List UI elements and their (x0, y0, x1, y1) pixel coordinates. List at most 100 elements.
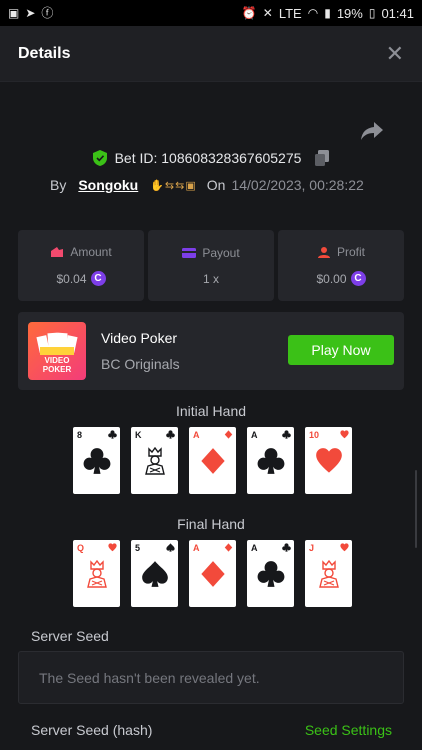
card-rank: A (193, 543, 200, 553)
clubs-suit-icon (166, 430, 175, 439)
clubs-suit-icon (108, 430, 117, 439)
playing-card: A (189, 540, 236, 607)
face-card-art (83, 559, 111, 588)
diamonds-center-icon (199, 560, 227, 588)
game-card: VIDEO POKER Video Poker BC Originals Pla… (18, 312, 404, 390)
playing-card: 5 (131, 540, 178, 607)
username-emoji-icons: ✋⇆⇆▣ (150, 179, 197, 192)
stat-value: 1 x (202, 271, 219, 286)
gallery-icon: ▣ (8, 6, 20, 20)
spades-center-icon (141, 560, 169, 588)
facebook-icon: ⓕ (41, 6, 54, 20)
server-seed-hash-label: Server Seed (hash) (31, 722, 153, 738)
scrollbar[interactable] (415, 470, 417, 548)
card-rank: K (135, 430, 142, 440)
payout-card-icon (182, 247, 197, 258)
profit-icon (317, 247, 330, 258)
playing-card: A (247, 427, 294, 494)
face-card-art (315, 559, 343, 588)
clock: 01:41 (381, 5, 414, 21)
card-rank: 10 (309, 430, 320, 440)
username-link[interactable]: Songoku (78, 177, 138, 193)
stat-label: Payout (202, 245, 240, 260)
initial-hand: 8 K A A 10 (73, 427, 352, 494)
play-now-button[interactable]: Play Now (288, 335, 394, 365)
status-left: ▣ ➤ ⓕ (8, 7, 53, 19)
details-header: Details ✕ (0, 26, 422, 82)
stat-label: Amount (70, 245, 112, 259)
card-rank: 5 (135, 543, 141, 553)
initial-hand-title: Initial Hand (175, 403, 247, 419)
game-thumbnail[interactable]: VIDEO POKER (28, 322, 86, 380)
coin-icon: C (90, 271, 106, 286)
close-icon[interactable]: ✕ (386, 42, 404, 65)
hearts-center-icon (315, 447, 343, 475)
bet-id-row: Bet ID: 108608328367605275 (0, 150, 422, 166)
stat-profit: Profit $0.00 C (278, 230, 404, 301)
cards-fan-icon (36, 332, 78, 355)
playing-card: 8 (73, 427, 120, 494)
shield-check-icon (92, 150, 107, 166)
hearts-suit-icon (340, 543, 349, 552)
page-title: Details (18, 44, 71, 62)
diamonds-suit-icon (224, 430, 233, 439)
card-rank: A (251, 543, 258, 553)
playing-card: A (247, 540, 294, 607)
card-rank: A (251, 430, 258, 440)
copy-icon[interactable] (315, 150, 330, 166)
signal-icon: ▮ (324, 6, 331, 20)
game-provider: BC Originals (101, 356, 180, 372)
mute-icon: ✕ (262, 6, 273, 20)
playing-card: A (189, 427, 236, 494)
playing-card: K (131, 427, 178, 494)
telegram-icon: ➤ (25, 6, 36, 20)
clubs-center-icon (83, 447, 111, 475)
alarm-icon: ⏰ (241, 6, 257, 20)
card-rank: Q (77, 543, 85, 553)
server-seed-label: Server Seed (31, 628, 109, 644)
final-hand-title: Final Hand (177, 516, 245, 532)
bet-author-row: By Songoku ✋⇆⇆▣ On 14/02/2023, 00:28:22 (50, 177, 364, 193)
status-bar: ▣ ➤ ⓕ ⏰ ✕ LTE ◠ ▮ 19% ▯ 01:41 (0, 0, 422, 26)
hearts-suit-icon (108, 543, 117, 552)
playing-card: 10 (305, 427, 352, 494)
card-rank: 8 (77, 430, 83, 440)
on-label: On (206, 177, 226, 193)
by-label: By (50, 177, 67, 193)
playing-card: Q (73, 540, 120, 607)
final-hand: Q 5 A A J (73, 540, 352, 607)
stat-value: $0.04 (56, 271, 87, 286)
stat-label: Profit (336, 245, 365, 259)
card-rank: A (193, 430, 200, 440)
card-rank: J (309, 543, 315, 553)
stat-amount: Amount $0.04 C (18, 230, 144, 301)
status-right: ⏰ ✕ LTE ◠ ▮ 19% ▯ 01:41 (242, 6, 414, 21)
stat-value: $0.00 (316, 271, 347, 286)
stat-payout: Payout 1 x (148, 230, 274, 301)
battery-icon: ▯ (368, 6, 376, 20)
clubs-center-icon (257, 447, 285, 475)
thumbnail-label: VIDEO POKER (42, 356, 72, 374)
network-type: LTE (278, 5, 302, 21)
bet-date: 14/02/2023, 00:28:22 (231, 177, 364, 193)
bet-id: Bet ID: 108608328367605275 (114, 150, 302, 166)
share-icon[interactable] (360, 120, 384, 142)
seed-settings-link[interactable]: Seed Settings (305, 722, 392, 738)
clubs-center-icon (257, 560, 285, 588)
wifi-icon: ◠ (307, 6, 319, 20)
clubs-suit-icon (282, 543, 291, 552)
hearts-suit-icon (340, 430, 349, 439)
diamonds-center-icon (199, 447, 227, 475)
game-name: Video Poker (101, 330, 178, 346)
bet-stats: Amount $0.04 C Payout 1 x Profit $0.00 C (18, 230, 404, 301)
wallet-icon (51, 247, 64, 257)
battery-level: 19% (336, 5, 363, 21)
playing-card: J (305, 540, 352, 607)
server-seed-value: The Seed hasn't been revealed yet. (39, 669, 260, 686)
server-seed-box: The Seed hasn't been revealed yet. (18, 651, 404, 704)
face-card-art (141, 446, 169, 475)
clubs-suit-icon (282, 430, 291, 439)
coin-icon: C (350, 271, 366, 286)
diamonds-suit-icon (224, 543, 233, 552)
spades-suit-icon (166, 543, 175, 552)
